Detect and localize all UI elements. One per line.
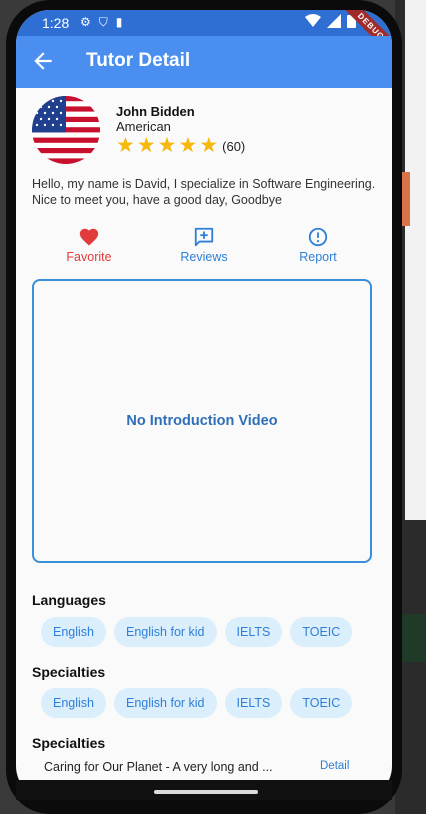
status-icons-right <box>305 14 356 28</box>
shield-icon: ⛉ <box>98 15 108 29</box>
wifi-icon <box>305 14 321 27</box>
settings-icon: ⚙ <box>80 15 91 29</box>
languages-chips: English English for kid IELTS TOEIC <box>41 617 353 647</box>
report-label: Report <box>299 250 337 264</box>
app-bar: Tutor Detail <box>16 36 392 88</box>
intro-video-box[interactable]: No Introduction Video <box>32 279 372 563</box>
specialty-chip[interactable]: IELTS <box>224 688 283 718</box>
favorite-label: Favorite <box>66 250 112 264</box>
language-chip[interactable]: TOEIC <box>290 617 353 647</box>
star-icon: ★ <box>136 134 156 157</box>
language-chip[interactable]: English <box>41 617 106 647</box>
comment-plus-icon <box>194 227 214 247</box>
status-icons-left: ⚙ ⛉ ▮ <box>80 15 122 30</box>
reviews-button[interactable]: Reviews <box>164 226 244 264</box>
star-icon: ★ <box>157 134 177 157</box>
specialties-chips: English English for kid IELTS TOEIC <box>41 688 353 718</box>
flag-avatar <box>32 96 100 164</box>
languages-title: Languages <box>32 592 106 608</box>
heart-icon <box>79 228 99 246</box>
background-accent <box>402 172 410 226</box>
favorite-button[interactable]: Favorite <box>49 226 129 264</box>
background-block <box>398 614 426 662</box>
status-bar: 1:28 ⚙ ⛉ ▮ DEBUG <box>16 10 392 61</box>
reviews-label: Reviews <box>180 250 228 264</box>
tutor-name: John Bidden <box>116 104 195 119</box>
language-chip[interactable]: IELTS <box>224 617 283 647</box>
phone-screen: 1:28 ⚙ ⛉ ▮ DEBUG Tutor Detail John Bidde… <box>16 10 392 800</box>
course-detail-button[interactable]: Detail <box>320 760 349 772</box>
language-chip[interactable]: English for kid <box>114 617 217 647</box>
course-title: Caring for Our Planet - A very long and … <box>44 760 273 774</box>
background-panel <box>405 0 426 520</box>
rating-stars: ★ ★ ★ ★ ★ (60) <box>116 135 245 157</box>
rating-count: (60) <box>222 138 246 154</box>
courses-title: Specialties <box>32 735 106 751</box>
status-time: 1:28 <box>42 15 70 31</box>
specialty-chip[interactable]: English <box>41 688 106 718</box>
no-video-label: No Introduction Video <box>126 413 278 429</box>
tutor-nationality: American <box>116 119 171 134</box>
alert-circle-icon <box>308 227 328 247</box>
home-indicator[interactable] <box>154 790 258 794</box>
sd-card-icon: ▮ <box>115 15 123 29</box>
signal-icon <box>327 14 341 28</box>
tutor-bio: Hello, my name is David, I specialize in… <box>32 177 376 207</box>
report-button[interactable]: Report <box>278 226 358 264</box>
specialties-title: Specialties <box>32 664 106 680</box>
specialty-chip[interactable]: TOEIC <box>290 688 353 718</box>
page-title: Tutor Detail <box>86 50 191 71</box>
action-row: Favorite Reviews Report <box>16 226 392 272</box>
star-icon: ★ <box>178 134 198 157</box>
specialty-chip[interactable]: English for kid <box>114 688 217 718</box>
arrow-left-icon[interactable] <box>30 48 56 74</box>
star-icon: ★ <box>199 134 219 157</box>
star-icon: ★ <box>116 134 135 157</box>
